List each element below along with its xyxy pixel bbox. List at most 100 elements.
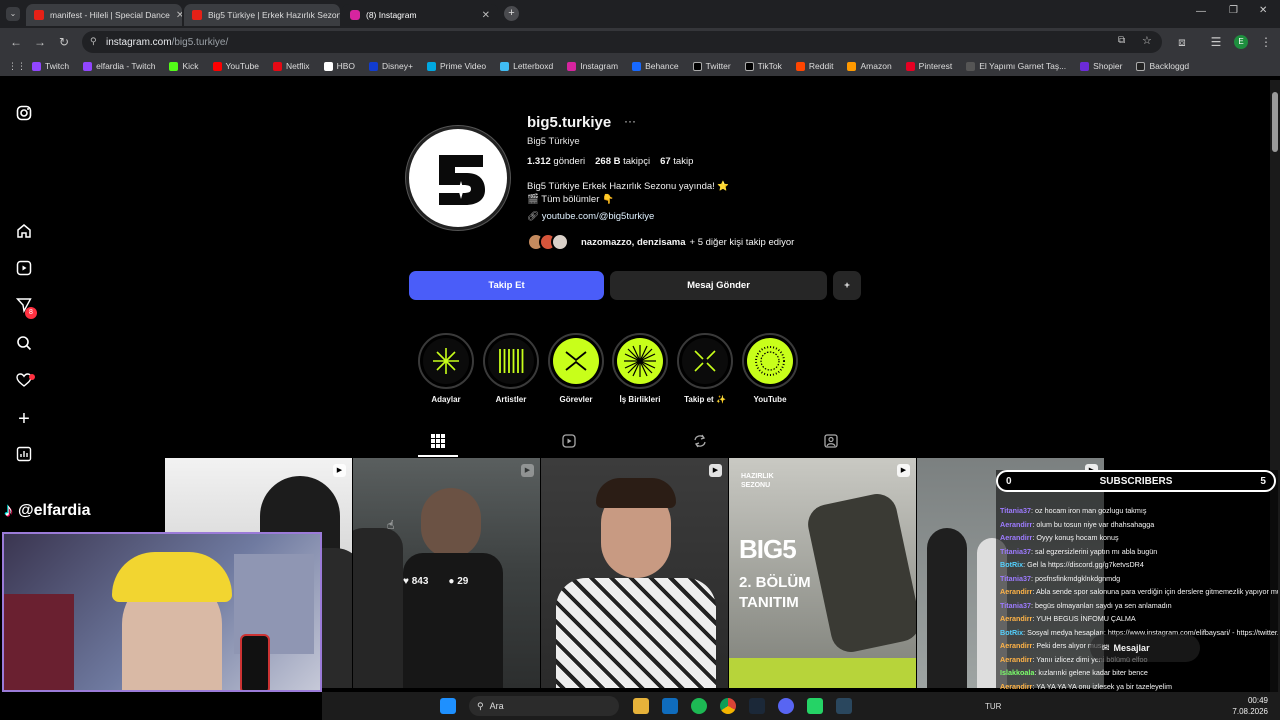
tab-youtube-1[interactable]: manifest - Hileli | Special Dance ✕: [26, 4, 182, 26]
subs-right-count: 5: [1260, 475, 1266, 487]
posts-stat[interactable]: 1.312 gönderi: [527, 156, 585, 167]
file-explorer-icon[interactable]: [633, 698, 649, 714]
scrollbar-thumb[interactable]: [1272, 92, 1278, 152]
post-tile-4[interactable]: HAZIRLIK SEZONU BIG5 2. BÖLÜM TANITIM ▶: [729, 458, 916, 688]
reload-icon[interactable]: ↻: [56, 34, 72, 50]
new-tab-button[interactable]: +: [504, 6, 519, 21]
highlight-takip-et[interactable]: Takip et ✨: [677, 333, 733, 404]
highlight-youtube[interactable]: YouTube: [742, 333, 798, 404]
highlight-is-birlikleri[interactable]: İş Birlikleri: [612, 333, 668, 404]
bookmark-item[interactable]: Letterboxd: [500, 61, 553, 71]
bookmark-item[interactable]: elfardia - Twitch: [83, 61, 155, 71]
reels-icon[interactable]: [14, 260, 34, 280]
maximize-icon[interactable]: ❐: [1229, 5, 1238, 16]
bookmark-item[interactable]: Backloggd: [1136, 61, 1189, 71]
messages-pill[interactable]: ✉ Mesajlar: [1090, 634, 1200, 662]
instagram-logo-icon[interactable]: [14, 105, 34, 125]
steam-icon[interactable]: [749, 698, 765, 714]
profile-link[interactable]: 🔗︎ youtube.com/@big5turkiye: [527, 211, 654, 222]
bookmark-item[interactable]: El Yapımı Garnet Taş...: [966, 61, 1066, 71]
close-icon[interactable]: ✕: [176, 10, 182, 21]
taskbar-clock[interactable]: 00:49 7.08.2026: [1232, 695, 1268, 717]
apps-icon[interactable]: ⋮⋮: [8, 61, 26, 72]
bookmark-item[interactable]: Twitch: [32, 61, 69, 71]
bookmark-item[interactable]: Disney+: [368, 61, 413, 71]
followed-by-row[interactable]: nazomazzo, denzisama + 5 diğer kişi taki…: [527, 232, 794, 252]
bookmark-item[interactable]: Kick: [169, 61, 199, 71]
chat-username[interactable]: BotRix: [1000, 560, 1023, 569]
bookmark-item[interactable]: Amazon: [847, 61, 892, 71]
suggest-user-button[interactable]: +: [833, 271, 861, 300]
chat-username[interactable]: Aerandirr: [1000, 614, 1032, 623]
tab-reposts-icon[interactable]: [692, 434, 708, 450]
bookmark-star-icon[interactable]: ☆: [1142, 34, 1152, 47]
tab-youtube-2[interactable]: Big5 Türkiye | Erkek Hazırlık Sezonu ✕: [184, 4, 340, 26]
bookmark-item[interactable]: YouTube: [212, 61, 259, 71]
taskbar-lang[interactable]: TUR: [985, 702, 1001, 711]
close-icon[interactable]: ✕: [482, 10, 490, 21]
chat-username[interactable]: Aerandirr: [1000, 520, 1032, 529]
following-stat[interactable]: 67 takip: [660, 156, 693, 167]
whatsapp-icon[interactable]: [807, 698, 823, 714]
home-icon[interactable]: [14, 223, 34, 243]
tab-tagged-icon[interactable]: [823, 434, 839, 450]
url-bar[interactable]: ⚲ instagram.com/big5.turkiye/ ⧉ ☆: [82, 31, 1162, 53]
bookmark-item[interactable]: HBO: [323, 61, 355, 71]
chat-username[interactable]: Titania37: [1000, 506, 1031, 515]
more-options-icon[interactable]: ···: [624, 114, 636, 128]
bookmark-item[interactable]: Twitter: [692, 61, 731, 71]
bookmark-item[interactable]: Pinterest: [905, 61, 952, 71]
highlight-adaylar[interactable]: Adaylar: [418, 333, 474, 404]
site-info-icon[interactable]: ⚲: [90, 36, 97, 47]
chat-username[interactable]: Aerandirr: [1000, 641, 1032, 650]
send-message-button[interactable]: Mesaj Gönder: [610, 271, 827, 300]
taskbar-search[interactable]: ⚲ Ara: [469, 696, 619, 716]
bookmark-item[interactable]: Shopier: [1080, 61, 1122, 71]
window-close-icon[interactable]: ✕: [1259, 5, 1267, 16]
reading-list-icon[interactable]: ☰: [1208, 34, 1224, 50]
dashboard-icon[interactable]: [14, 446, 34, 466]
outlook-icon[interactable]: [662, 698, 678, 714]
chat-username[interactable]: Titania37: [1000, 547, 1031, 556]
tab-search-icon[interactable]: ⌄: [6, 7, 20, 21]
highlight-artistler[interactable]: Artistler: [483, 333, 539, 404]
menu-icon[interactable]: ⋮: [1258, 34, 1274, 50]
chat-username[interactable]: BotRix: [1000, 628, 1023, 637]
chrome-icon[interactable]: [720, 698, 736, 714]
chat-username[interactable]: Titania37: [1000, 574, 1031, 583]
sparkle-icon: [423, 338, 469, 384]
chat-username[interactable]: Aerandirr: [1000, 587, 1032, 596]
windows-start-icon[interactable]: [440, 698, 456, 714]
chat-username[interactable]: Aerandirr: [1000, 682, 1032, 691]
search-icon[interactable]: [14, 335, 34, 355]
chat-username[interactable]: Islakkoala: [1000, 668, 1034, 677]
minimize-icon[interactable]: —: [1196, 6, 1206, 17]
bookmark-item[interactable]: Netflix: [272, 61, 310, 71]
bookmark-item[interactable]: Reddit: [795, 61, 833, 71]
profile-avatar-big5[interactable]: [406, 126, 510, 230]
post-tile-3[interactable]: ▶: [541, 458, 728, 688]
tab-reels-icon[interactable]: [561, 434, 577, 450]
bookmark-item[interactable]: Prime Video: [426, 61, 486, 71]
forward-icon[interactable]: →: [32, 34, 48, 50]
bookmark-item[interactable]: TikTok: [744, 61, 782, 71]
followers-stat[interactable]: 268 B takipçi: [595, 156, 650, 167]
create-plus-icon[interactable]: +: [14, 409, 34, 429]
chat-username[interactable]: Titania37: [1000, 601, 1031, 610]
tab-instagram[interactable]: (8) Instagram ✕: [342, 4, 498, 26]
cast-icon[interactable]: ⧉: [1118, 35, 1125, 46]
bookmark-item[interactable]: Instagram: [567, 61, 618, 71]
steam-icon-2[interactable]: [836, 698, 852, 714]
profile-avatar[interactable]: E: [1234, 35, 1248, 49]
extensions-icon[interactable]: ⧈: [1174, 34, 1190, 50]
back-icon[interactable]: ←: [8, 34, 24, 50]
tab-posts-grid-icon[interactable]: [430, 434, 446, 450]
bookmark-item[interactable]: Behance: [632, 61, 679, 71]
spotify-icon[interactable]: [691, 698, 707, 714]
discord-icon[interactable]: [778, 698, 794, 714]
chat-username[interactable]: Aerandirr: [1000, 655, 1032, 664]
highlight-gorevler[interactable]: Görevler: [548, 333, 604, 404]
chat-username[interactable]: Aerandirr: [1000, 533, 1032, 542]
follow-button[interactable]: Takip Et: [409, 271, 604, 300]
post-tile-2[interactable]: ♥ 843 ● 29 ▶ ☝: [353, 458, 540, 688]
